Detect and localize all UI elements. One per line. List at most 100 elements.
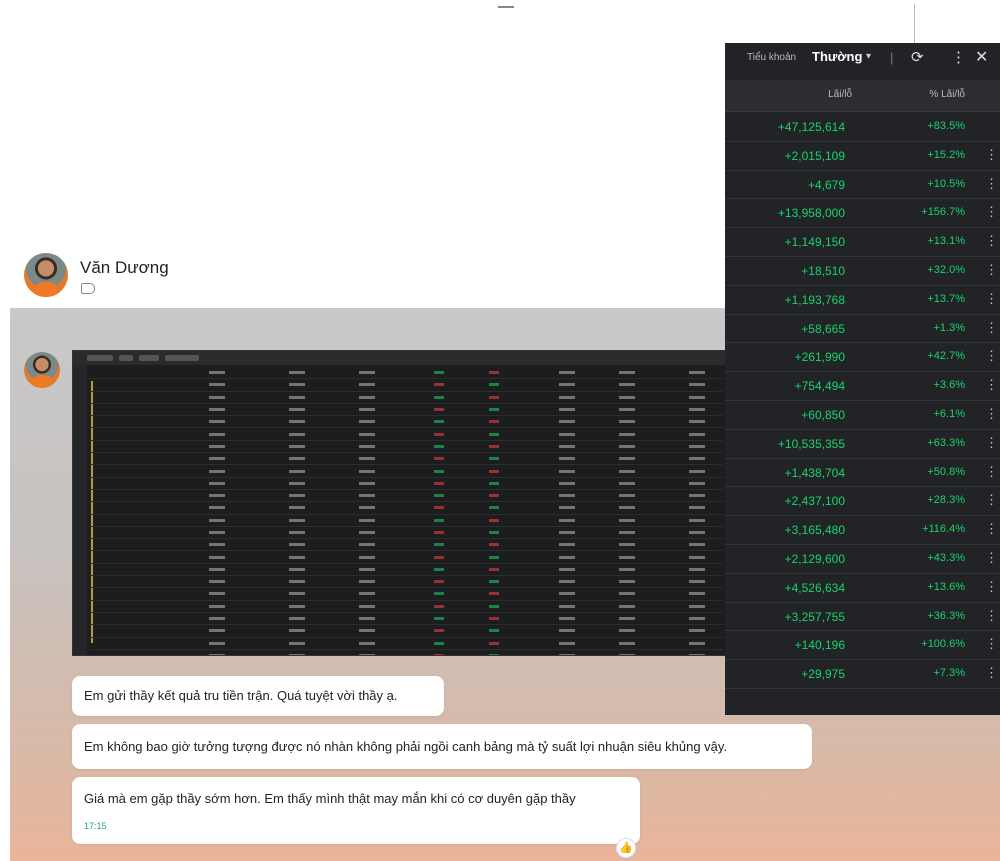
chevron-down-icon[interactable]: ▾ bbox=[866, 51, 871, 62]
sheet-cell bbox=[489, 432, 499, 436]
message-avatar[interactable] bbox=[24, 352, 60, 388]
pnl-row[interactable]: +1,193,768 +13.7% ⋮ bbox=[725, 285, 1000, 315]
sheet-cell bbox=[434, 383, 444, 387]
message-bubble[interactable]: Em gửi thầy kết quả tru tiền trận. Quá t… bbox=[72, 676, 444, 716]
sheet-cell bbox=[434, 580, 444, 584]
pnl-row[interactable]: +2,015,109 +15.2% ⋮ bbox=[725, 141, 1000, 171]
pnl-row[interactable]: +1,149,150 +13.1% ⋮ bbox=[725, 227, 1000, 257]
pnl-row[interactable]: +1,438,704 +50.8% ⋮ bbox=[725, 458, 1000, 488]
close-icon[interactable]: ✕ bbox=[975, 47, 988, 67]
row-menu-icon[interactable]: ⋮ bbox=[985, 406, 998, 422]
row-menu-icon[interactable]: ⋮ bbox=[985, 348, 998, 364]
refresh-icon[interactable]: ⟳ bbox=[911, 48, 924, 66]
pnl-row[interactable]: +3,257,755 +36.3% ⋮ bbox=[725, 602, 1000, 632]
row-menu-icon[interactable]: ⋮ bbox=[985, 291, 998, 307]
pnl-row[interactable]: +10,535,355 +63.3% ⋮ bbox=[725, 429, 1000, 459]
sender-name[interactable]: Văn Dương bbox=[80, 258, 169, 278]
pnl-row[interactable]: +47,125,614 +83.5% bbox=[725, 112, 1000, 142]
row-menu-icon[interactable]: ⋮ bbox=[985, 665, 998, 681]
pnl-value: +13,958,000 bbox=[777, 206, 845, 221]
row-menu-icon[interactable]: ⋮ bbox=[985, 636, 998, 652]
sheet-cell bbox=[489, 457, 499, 461]
sheet-cell bbox=[289, 629, 305, 633]
sheet-cell bbox=[559, 506, 575, 510]
pnl-row[interactable]: +60,850 +6.1% ⋮ bbox=[725, 400, 1000, 430]
pnl-row[interactable]: +140,196 +100.6% ⋮ bbox=[725, 630, 1000, 661]
sheet-cell bbox=[619, 469, 635, 473]
row-menu-icon[interactable]: ⋮ bbox=[985, 204, 998, 220]
tag-icon[interactable] bbox=[81, 283, 95, 294]
row-menu-icon[interactable]: ⋮ bbox=[985, 176, 998, 192]
sheet-cell bbox=[434, 395, 444, 399]
shared-screenshot-image[interactable] bbox=[72, 350, 728, 656]
sheet-row bbox=[89, 539, 723, 552]
pnl-value: +2,015,109 bbox=[784, 148, 845, 163]
sheet-row bbox=[89, 392, 723, 404]
pnl-value: +60,850 bbox=[801, 408, 845, 422]
pnl-row[interactable]: +2,437,100 +28.3% ⋮ bbox=[725, 486, 1000, 517]
sheet-cell bbox=[289, 555, 305, 559]
panel-header: Tiểu khoản Thường ▾ | ⟳ ⋮ ✕ bbox=[725, 43, 1000, 75]
sheet-cell bbox=[489, 567, 499, 571]
sheet-cell bbox=[289, 469, 305, 473]
sheet-cell bbox=[289, 420, 305, 424]
sheet-cell bbox=[434, 469, 444, 473]
sheet-cell bbox=[689, 432, 705, 436]
sheet-row bbox=[89, 404, 723, 417]
row-menu-icon[interactable]: ⋮ bbox=[985, 435, 998, 451]
account-select[interactable]: Thường bbox=[812, 49, 862, 64]
pnl-row[interactable]: +18,510 +32.0% ⋮ bbox=[725, 256, 1000, 286]
column-header: Lãi/lỗ % Lãi/lỗ bbox=[725, 80, 1000, 112]
pnl-row[interactable]: +2,129,600 +43.3% ⋮ bbox=[725, 544, 1000, 574]
sheet-cell bbox=[209, 469, 225, 473]
row-menu-icon[interactable]: ⋮ bbox=[985, 233, 998, 249]
sheet-cell bbox=[619, 592, 635, 596]
sender-avatar[interactable] bbox=[24, 253, 68, 297]
sheet-row bbox=[89, 588, 723, 601]
sheet-cell bbox=[619, 494, 635, 498]
row-menu-icon[interactable]: ⋮ bbox=[985, 320, 998, 336]
sheet-cell bbox=[619, 543, 635, 547]
sheet-cell bbox=[434, 432, 444, 436]
divider bbox=[914, 4, 915, 46]
sheet-cell bbox=[209, 567, 225, 571]
sheet-cell bbox=[434, 604, 444, 608]
pnl-value: +3,257,755 bbox=[784, 609, 845, 624]
pnl-row[interactable]: +261,990 +42.7% ⋮ bbox=[725, 342, 1000, 373]
row-menu-icon[interactable]: ⋮ bbox=[985, 608, 998, 624]
sheet-cell bbox=[289, 531, 305, 534]
row-menu-icon[interactable]: ⋮ bbox=[985, 464, 998, 480]
sheet-cell bbox=[689, 543, 705, 547]
sheet-cell bbox=[689, 457, 705, 461]
row-menu-icon[interactable]: ⋮ bbox=[985, 262, 998, 278]
row-menu-icon[interactable]: ⋮ bbox=[985, 521, 998, 537]
row-menu-icon[interactable]: ⋮ bbox=[985, 377, 998, 393]
row-menu-icon[interactable]: ⋮ bbox=[985, 492, 998, 508]
sheet-cell bbox=[619, 395, 635, 399]
message-bubble[interactable]: Giá mà em gặp thầy sớm hơn. Em thấy mình… bbox=[72, 777, 640, 844]
pnl-row[interactable]: +29,975 +7.3% ⋮ bbox=[725, 659, 1000, 689]
row-menu-icon[interactable]: ⋮ bbox=[985, 579, 998, 595]
sheet-cell bbox=[559, 371, 575, 375]
row-menu-icon[interactable]: ⋮ bbox=[985, 550, 998, 566]
sheet-cell bbox=[209, 383, 225, 387]
row-menu-icon[interactable]: ⋮ bbox=[985, 147, 998, 163]
pnl-row[interactable]: +3,165,480 +116.4% ⋮ bbox=[725, 515, 1000, 545]
sheet-cell bbox=[489, 580, 499, 584]
sheet-cell bbox=[689, 567, 705, 571]
sheet-cell bbox=[689, 469, 705, 473]
pnl-row[interactable]: +754,494 +3.6% ⋮ bbox=[725, 371, 1000, 401]
pnl-row[interactable]: +4,526,634 +13.6% ⋮ bbox=[725, 573, 1000, 603]
more-icon[interactable]: ⋮ bbox=[951, 48, 966, 66]
pnl-percent: +3.6% bbox=[933, 379, 966, 392]
sheet-cell bbox=[619, 580, 635, 584]
sheet-cell bbox=[489, 653, 499, 655]
sheet-cell bbox=[489, 420, 499, 424]
pnl-row[interactable]: +58,665 +1.3% ⋮ bbox=[725, 314, 1000, 344]
sheet-cell bbox=[209, 641, 225, 645]
pnl-row[interactable]: +13,958,000 +156.7% ⋮ bbox=[725, 198, 1000, 229]
thumbs-up-icon[interactable]: 👍 bbox=[616, 838, 636, 858]
pnl-row[interactable]: +4,679 +10.5% ⋮ bbox=[725, 170, 1000, 200]
message-bubble[interactable]: Em không bao giờ tưởng tượng được nó nhà… bbox=[72, 724, 812, 769]
sheet-cell bbox=[289, 408, 305, 412]
